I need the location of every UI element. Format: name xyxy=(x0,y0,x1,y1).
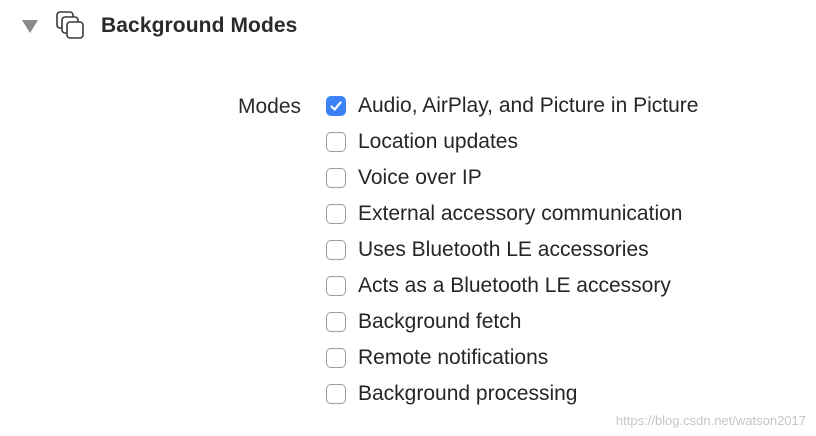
watermark: https://blog.csdn.net/watson2017 xyxy=(615,413,806,428)
checkbox[interactable] xyxy=(326,276,346,296)
checkbox[interactable] xyxy=(326,384,346,404)
option-voice-over-ip[interactable]: Voice over IP xyxy=(326,160,698,196)
checkbox[interactable] xyxy=(326,312,346,332)
capability-stack-icon xyxy=(56,11,84,39)
option-label: Voice over IP xyxy=(358,166,482,189)
option-uses-bluetooth-le[interactable]: Uses Bluetooth LE accessories xyxy=(326,232,698,268)
checkbox[interactable] xyxy=(326,132,346,152)
option-acts-as-bluetooth-le[interactable]: Acts as a Bluetooth LE accessory xyxy=(326,268,698,304)
option-label: Acts as a Bluetooth LE accessory xyxy=(358,274,671,297)
option-label: Uses Bluetooth LE accessories xyxy=(358,238,649,261)
option-label: Audio, AirPlay, and Picture in Picture xyxy=(358,94,699,117)
option-background-processing[interactable]: Background processing xyxy=(326,376,698,412)
checkbox[interactable] xyxy=(326,96,346,116)
option-label: Background fetch xyxy=(358,310,522,333)
checkbox[interactable] xyxy=(326,348,346,368)
modes-label: Modes xyxy=(238,95,302,118)
option-audio-airplay-pip[interactable]: Audio, AirPlay, and Picture in Picture xyxy=(326,88,698,124)
option-label: Background processing xyxy=(358,382,578,405)
option-location-updates[interactable]: Location updates xyxy=(326,124,698,160)
option-background-fetch[interactable]: Background fetch xyxy=(326,304,698,340)
disclosure-triangle-icon[interactable] xyxy=(22,19,38,33)
modes-options-list: Audio, AirPlay, and Picture in Picture L… xyxy=(326,88,698,412)
checkbox[interactable] xyxy=(326,204,346,224)
option-remote-notifications[interactable]: Remote notifications xyxy=(326,340,698,376)
section-title: Background Modes xyxy=(101,14,298,37)
option-label: Remote notifications xyxy=(358,346,549,369)
option-label: External accessory communication xyxy=(358,202,683,225)
option-external-accessory[interactable]: External accessory communication xyxy=(326,196,698,232)
checkbox[interactable] xyxy=(326,240,346,260)
checkmark-icon xyxy=(330,101,342,111)
section-header: Background Modes xyxy=(18,8,297,44)
option-label: Location updates xyxy=(358,130,518,153)
checkbox[interactable] xyxy=(326,168,346,188)
